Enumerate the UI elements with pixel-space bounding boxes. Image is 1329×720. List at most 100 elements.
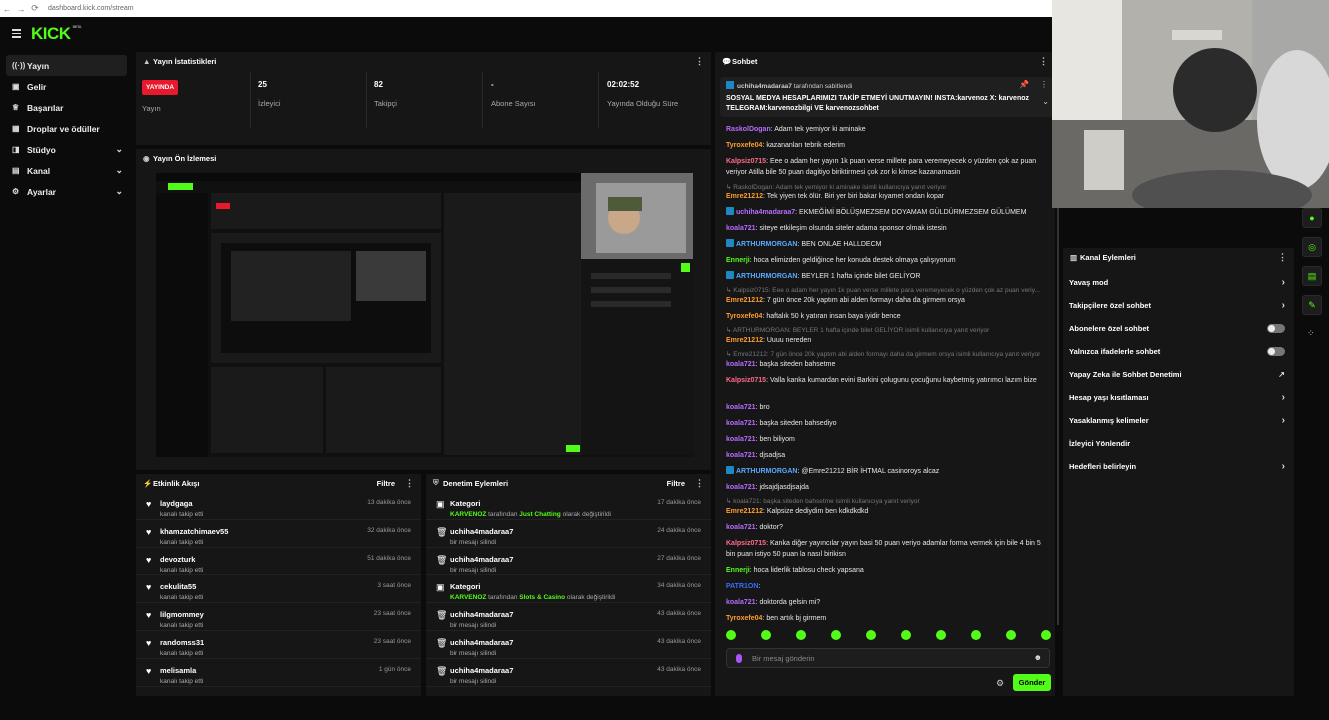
moderation-item[interactable]: 🗑 uchiha4madaraa7 bir mesajı silindi 27 dak… (426, 548, 711, 576)
moderator-name[interactable]: KARVENOZ (450, 594, 486, 601)
more-icon[interactable]: ⋮ (695, 56, 704, 67)
chat-message[interactable]: Ennerji: hoca elimizden geldiğince her k… (726, 255, 1051, 266)
more-icon[interactable]: ⋮ (405, 478, 414, 489)
chat-username[interactable]: koala721 (726, 452, 756, 459)
chat-message[interactable]: Emre21212: Uuuu nereden (726, 335, 1051, 346)
chat-message[interactable]: koala721: jdsajdjasdjsajda (726, 482, 1051, 493)
chat-message[interactable]: koala721: başka siteden bahsetme (726, 359, 1051, 370)
stream-preview-video[interactable] (156, 173, 693, 457)
moderation-item[interactable]: 🗑 uchiha4madaraa7 bir mesajı silindi 43 dak… (426, 659, 711, 687)
activity-item[interactable]: ♥ devozturk kanalı takip etti 51 dakika önc… (136, 548, 421, 576)
chat-message[interactable]: ARTHURMORGAN: BEN ONLAE HALLDECM (726, 239, 1051, 250)
chat-username[interactable]: Kalpsiz0715 (726, 540, 766, 547)
channel-action-item[interactable]: Abonelere özel sohbet (1063, 317, 1294, 340)
more-icon[interactable]: ⋮ (1039, 56, 1048, 67)
sidebar-item-4[interactable]: ◨ Stüdyo ⌄ (6, 139, 127, 160)
activity-user[interactable]: randomss31 (160, 638, 374, 647)
chat-username[interactable]: koala721 (726, 361, 756, 368)
layout-icon[interactable]: ▤ (1302, 266, 1322, 286)
emoji-icon[interactable]: ☻ (1034, 653, 1042, 662)
emote-icon[interactable] (866, 630, 876, 640)
activity-item[interactable]: ♥ laydgaga kanalı takip etti 13 dakika önce (136, 492, 421, 520)
emote-icon[interactable] (831, 630, 841, 640)
channel-action-item[interactable]: Yapay Zeka ile Sohbet Denetimi ↗ (1063, 363, 1294, 386)
dots-cluster-icon[interactable]: ⁘ (1307, 328, 1315, 339)
moderation-item[interactable]: 🗑 uchiha4madaraa7 bir mesajı silindi 24 dak… (426, 520, 711, 548)
moderator-name[interactable]: KARVENOZ (450, 511, 486, 518)
chat-message[interactable]: Ennerji: hoca liderlik tablosu check yap… (726, 565, 1051, 576)
url-text[interactable]: dashboard.kick.com/stream (48, 5, 134, 12)
activity-item[interactable]: ♥ lilgmommey kanalı takip etti 23 saat önce (136, 603, 421, 631)
chat-message[interactable]: PATR1ON: (726, 581, 1051, 592)
broadcast-icon[interactable]: ◎ (1302, 237, 1322, 257)
channel-action-item[interactable]: Yalnızca ifadelerle sohbet (1063, 340, 1294, 363)
chat-message[interactable]: Tyroxefe04: ben artık bj girmem (726, 613, 1051, 624)
activity-user[interactable]: melisamla (160, 666, 379, 675)
chat-username[interactable]: koala721 (726, 420, 756, 427)
channel-action-item[interactable]: Yasaklanmış kelimeler › (1063, 409, 1294, 432)
more-icon[interactable]: ⋮ (1278, 252, 1287, 263)
activity-item[interactable]: ♥ randomss31 kanalı takip etti 23 saat önce (136, 631, 421, 659)
chat-username[interactable]: Emre21212 (726, 508, 763, 515)
chat-username[interactable]: koala721 (726, 599, 756, 606)
pinned-message[interactable]: uchiha4madaraa7 tarafından sabitlendi SO… (720, 77, 1053, 117)
activity-user[interactable]: khamzatchimaev55 (160, 527, 367, 536)
pin-icon[interactable]: 📌 (1019, 80, 1029, 89)
chat-username[interactable]: Emre21212 (726, 193, 763, 200)
send-button[interactable]: Gönder (1013, 674, 1051, 691)
activity-user[interactable]: devozturk (160, 555, 367, 564)
channel-action-item[interactable]: Hedefleri belirleyin › (1063, 455, 1294, 478)
chat-username[interactable]: Tyroxefe04 (726, 313, 762, 320)
sidebar-item-3[interactable]: ▦ Droplar ve ödüller (6, 118, 127, 139)
chat-message[interactable]: Kalpsiz0715: Valla kanka kumardan evini … (726, 375, 1051, 386)
chat-username[interactable]: RaskolDogan (726, 126, 771, 133)
activity-user[interactable]: lilgmommey (160, 610, 374, 619)
chat-username[interactable]: PATR1ON (726, 583, 758, 590)
sidebar-item-5[interactable]: ▤ Kanal ⌄ (6, 160, 127, 181)
chat-username[interactable]: Kalpsiz0715 (726, 158, 766, 165)
sidebar-item-0[interactable]: ((·)) Yayın (6, 55, 127, 76)
emote-icon[interactable] (726, 630, 736, 640)
chat-input[interactable]: Bir mesaj gönderin ☻ (726, 648, 1050, 668)
chat-username[interactable]: koala721 (726, 484, 756, 491)
activity-item[interactable]: ♥ cekulita55 kanalı takip etti 3 saat önce (136, 575, 421, 604)
emote-icon[interactable] (936, 630, 946, 640)
emote-icon[interactable] (971, 630, 981, 640)
chat-username[interactable]: Emre21212 (726, 297, 763, 304)
back-icon[interactable]: ← (0, 4, 14, 14)
chat-username[interactable]: Kalpsiz0715 (726, 377, 766, 384)
chat-message[interactable]: RaskolDogan: Adam tek yemiyor ki aminake (726, 124, 1051, 135)
microphone-icon[interactable] (736, 654, 742, 663)
chat-message[interactable]: koala721: bro (726, 402, 1051, 413)
moderation-item[interactable]: ▣ Kategori KARVENOZ tarafından Just Chatti… (426, 492, 711, 520)
moderation-item[interactable]: 🗑 uchiha4madaraa7 bir mesajı silindi 43 dak… (426, 631, 711, 659)
toggle-switch[interactable] (1267, 347, 1285, 356)
channel-action-item[interactable]: Takipçilere özel sohbet › (1063, 294, 1294, 317)
chat-username[interactable]: koala721 (726, 404, 756, 411)
chat-username[interactable]: Ennerji (726, 257, 750, 264)
sidebar-item-1[interactable]: ▣ Gelir (6, 76, 127, 97)
activity-item[interactable]: ♥ khamzatchimaev55 kanalı takip etti 32 dak… (136, 520, 421, 548)
chat-message[interactable]: Emre21212: Tek yiyen tek ölür. Biri yer … (726, 191, 1051, 202)
chat-message[interactable]: koala721: doktorda gelsin mi? (726, 597, 1051, 608)
emote-icon[interactable] (761, 630, 771, 640)
chat-message[interactable]: Emre21212: 7 gün önce 20k yaptım abi ald… (726, 295, 1051, 306)
toggle-switch[interactable] (1267, 324, 1285, 333)
chat-message[interactable]: Kalpsiz0715: Kanka diğer yayıncılar yayı… (726, 538, 1051, 560)
chat-message[interactable]: Emre21212: Kalpsize dediydim ben kdkdkdk… (726, 506, 1051, 517)
forward-icon[interactable]: → (14, 4, 28, 14)
chat-message[interactable]: koala721: ben biliyom (726, 434, 1051, 445)
chat-message[interactable]: koala721: doktor? (726, 522, 1051, 533)
chat-username[interactable]: ARTHURMORGAN (736, 273, 797, 280)
activity-user[interactable]: laydgaga (160, 499, 367, 508)
chat-message[interactable]: Tyroxefe04: kazananları tebrik ederim (726, 140, 1051, 151)
chat-message[interactable]: Tyroxefe04: haftalık 50 k yatıran insan … (726, 311, 1051, 322)
activity-filter-button[interactable]: Filtre (377, 479, 395, 488)
sidebar-item-2[interactable]: ♕ Başarılar (6, 97, 127, 118)
chat-bubble-icon[interactable]: ● (1302, 208, 1322, 228)
chat-username[interactable]: Tyroxefe04 (726, 615, 762, 622)
channel-action-item[interactable]: İzleyici Yönlendir (1063, 432, 1294, 455)
channel-action-item[interactable]: Yavaş mod › (1063, 271, 1294, 294)
chat-message[interactable]: koala721: djsadjsa (726, 450, 1051, 461)
chat-username[interactable]: Ennerji (726, 567, 750, 574)
